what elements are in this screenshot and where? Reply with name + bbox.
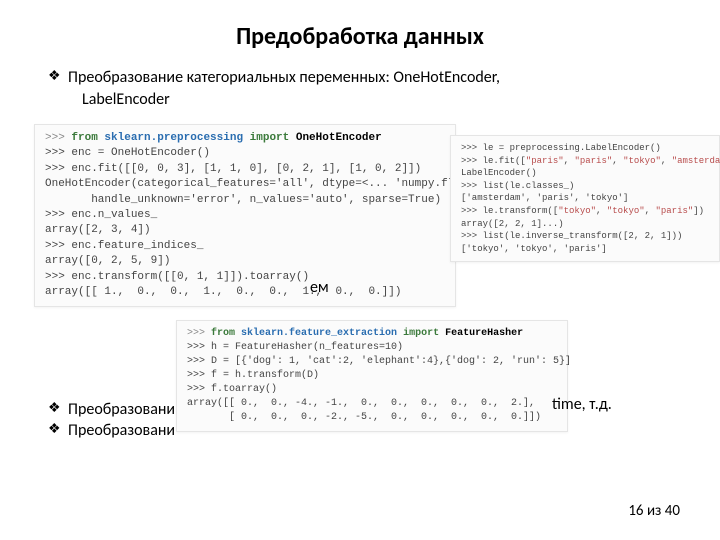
code-line: OneHotEncoder(categorical_features='all'… — [45, 178, 507, 190]
code-line: >>> enc.n_values_ — [45, 209, 157, 221]
code-line: array([0, 2, 5, 9]) — [45, 255, 170, 267]
bullet-2-suffix: time, т.д. — [552, 395, 612, 414]
code-line: >>> D = [{'dog': 1, 'cat':2, 'elephant':… — [187, 356, 571, 367]
code-line: LabelEncoder() — [461, 168, 537, 178]
code-line: >>> enc.transform([[0, 1, 1]]).toarray() — [45, 271, 309, 283]
kw-from: from — [71, 132, 104, 144]
kw-from: from — [211, 328, 241, 339]
code-onehotencoder: >>> from sklearn.preprocessing import On… — [34, 124, 456, 307]
bullet-1-line1: Преобразование категориальных переменных… — [68, 68, 500, 87]
bullet-3-prefix: Преобразовани — [68, 421, 175, 440]
code-line: array([2, 3, 4]) — [45, 224, 151, 236]
prompt: >>> — [45, 132, 71, 144]
code-line: >>> list(le.inverse_transform([2, 2, 1])… — [461, 231, 682, 241]
code-line: >>> enc.fit([[0, 0, 3], [1, 1, 0], [0, 2… — [45, 163, 421, 175]
slide-title: Предобработка данных — [40, 22, 680, 51]
code-line: >>> f.toarray() — [187, 384, 277, 395]
bullet-2-prefix: Преобразовани — [68, 400, 175, 419]
prompt: >>> — [187, 328, 211, 339]
module: sklearn.preprocessing — [104, 132, 243, 144]
page-sep: из — [644, 502, 665, 520]
hidden-text-fragment: ем — [310, 278, 329, 297]
code-labelencoder: >>> le = preprocessing.LabelEncoder() >>… — [450, 135, 720, 262]
code-featurehasher: >>> from sklearn.feature_extraction impo… — [176, 320, 568, 432]
kw-import: import — [243, 132, 296, 144]
code-line: array([[ 0., 0., -4., -1., 0., 0., 0., 0… — [187, 398, 535, 409]
bullet-1-line2: LabelEncoder — [82, 90, 170, 109]
code-line: >>> enc = OneHotEncoder() — [45, 147, 210, 159]
code-line: >>> h = FeatureHasher(n_features=10) — [187, 342, 403, 353]
code-line: >>> enc.feature_indices_ — [45, 240, 203, 252]
code-line: ['amsterdam', 'paris', 'tokyo'] — [461, 193, 628, 203]
code-line: >>> le.transform([ — [461, 206, 558, 216]
page-current: 16 — [628, 502, 643, 520]
code-line: >>> f = h.transform(D) — [187, 370, 319, 381]
classname: FeatureHasher — [445, 328, 523, 339]
bullet-1: Преобразование категориальных переменных… — [40, 67, 680, 110]
code-line: >>> le = preprocessing.LabelEncoder() — [461, 143, 661, 153]
code-line: [ 0., 0., 0., -2., -5., 0., 0., 0., 0., … — [187, 412, 541, 423]
bullet-3: Преобразовани — [40, 420, 175, 442]
module: sklearn.feature_extraction — [241, 328, 397, 339]
kw-import: import — [397, 328, 445, 339]
classname: OneHotEncoder — [296, 132, 382, 144]
code-line: array([2, 2, 1]...) — [461, 219, 564, 229]
code-line: array([[ 1., 0., 0., 1., 0., 0., 1., 0.,… — [45, 286, 401, 298]
code-line: ['tokyo', 'tokyo', 'paris'] — [461, 244, 607, 254]
code-line: handle_unknown='error', n_values='auto',… — [45, 194, 441, 206]
code-line: >>> le.fit([ — [461, 156, 526, 166]
slide: Предобработка данных Преобразование кате… — [0, 0, 720, 540]
page-number: 16 из 40 — [628, 502, 680, 520]
bullet-2: Преобразовани — [40, 399, 175, 421]
code-line: >>> list(le.classes_) — [461, 181, 574, 191]
page-total: 40 — [665, 502, 680, 520]
